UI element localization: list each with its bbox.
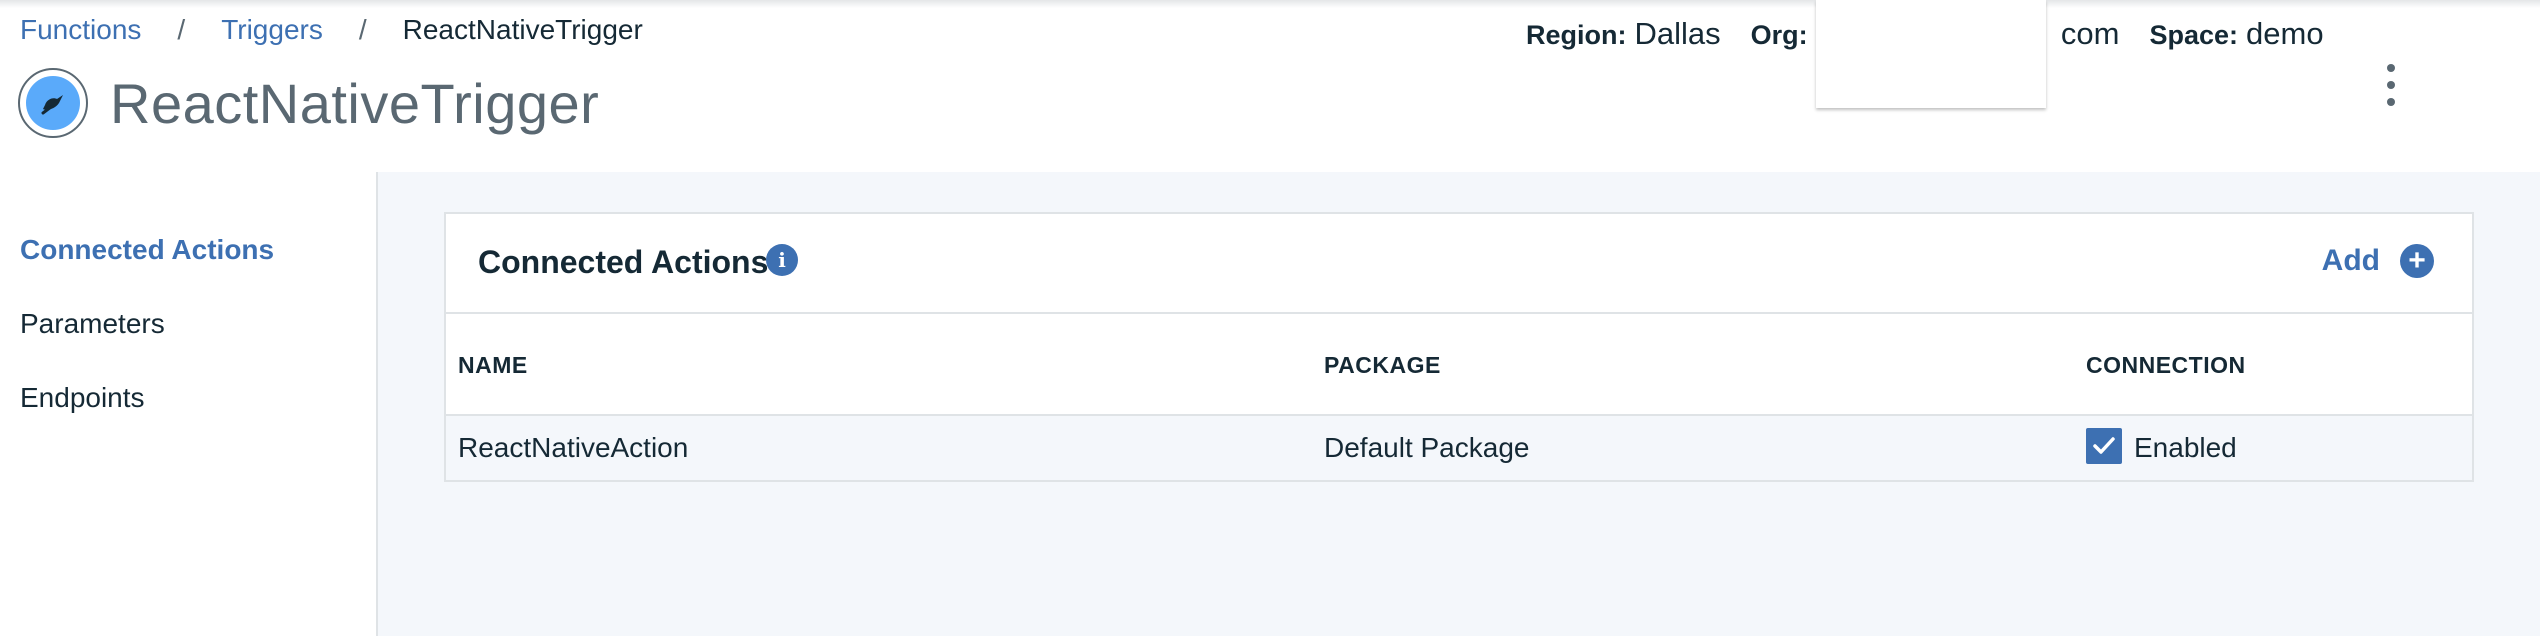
trigger-logo-icon: [18, 68, 88, 138]
breadcrumb: Functions / Triggers / ReactNativeTrigge…: [20, 14, 643, 46]
org-label: Org:: [1750, 20, 1808, 50]
add-button[interactable]: Add +: [2322, 244, 2434, 278]
table-header: NAME PACKAGE CONNECTION: [446, 314, 2472, 416]
sidebar-item-connected-actions[interactable]: Connected Actions: [20, 234, 274, 266]
connection-status: Enabled: [2134, 432, 2237, 463]
space-value[interactable]: demo: [2246, 16, 2324, 52]
column-header-package[interactable]: PACKAGE: [1324, 352, 1441, 379]
breadcrumb-separator: /: [358, 14, 367, 45]
main-content: Connected Actions i Add + NAME PACKAGE C…: [378, 172, 2540, 636]
checkbox-checked-icon[interactable]: [2086, 428, 2122, 464]
action-name[interactable]: ReactNativeAction: [458, 432, 688, 464]
breadcrumb-triggers[interactable]: Triggers: [221, 14, 323, 46]
card-header: Connected Actions i Add +: [446, 214, 2472, 314]
breadcrumb-functions[interactable]: Functions: [20, 14, 141, 46]
region-value[interactable]: Dallas: [1635, 16, 1721, 52]
sidebar-item-endpoints[interactable]: Endpoints: [20, 382, 145, 414]
sidebar: Connected Actions Parameters Endpoints: [0, 172, 378, 636]
page-title: ReactNativeTrigger: [110, 71, 600, 135]
add-label: Add: [2321, 244, 2380, 277]
card-title: Connected Actions: [478, 244, 769, 280]
region-label: Region:: [1526, 20, 1627, 50]
breadcrumb-separator: /: [177, 14, 186, 45]
column-header-connection[interactable]: CONNECTION: [2086, 352, 2246, 379]
info-icon[interactable]: i: [766, 244, 798, 276]
overflow-menu-icon[interactable]: [2376, 60, 2406, 110]
add-circle-icon: +: [2400, 244, 2434, 278]
org-value-end[interactable]: com: [2061, 16, 2120, 52]
breadcrumb-current: ReactNativeTrigger: [402, 14, 643, 45]
sidebar-item-parameters[interactable]: Parameters: [20, 308, 165, 340]
table-row[interactable]: ReactNativeAction Default Package Enable…: [446, 416, 2472, 480]
action-package: Default Package: [1324, 432, 1530, 463]
space-label: Space:: [2149, 20, 2239, 50]
title-row: ReactNativeTrigger: [18, 68, 599, 138]
top-shadow: [0, 0, 2540, 8]
column-header-name[interactable]: NAME: [458, 352, 528, 379]
redaction-box: [1816, 0, 2046, 108]
connected-actions-card: Connected Actions i Add + NAME PACKAGE C…: [444, 212, 2474, 482]
